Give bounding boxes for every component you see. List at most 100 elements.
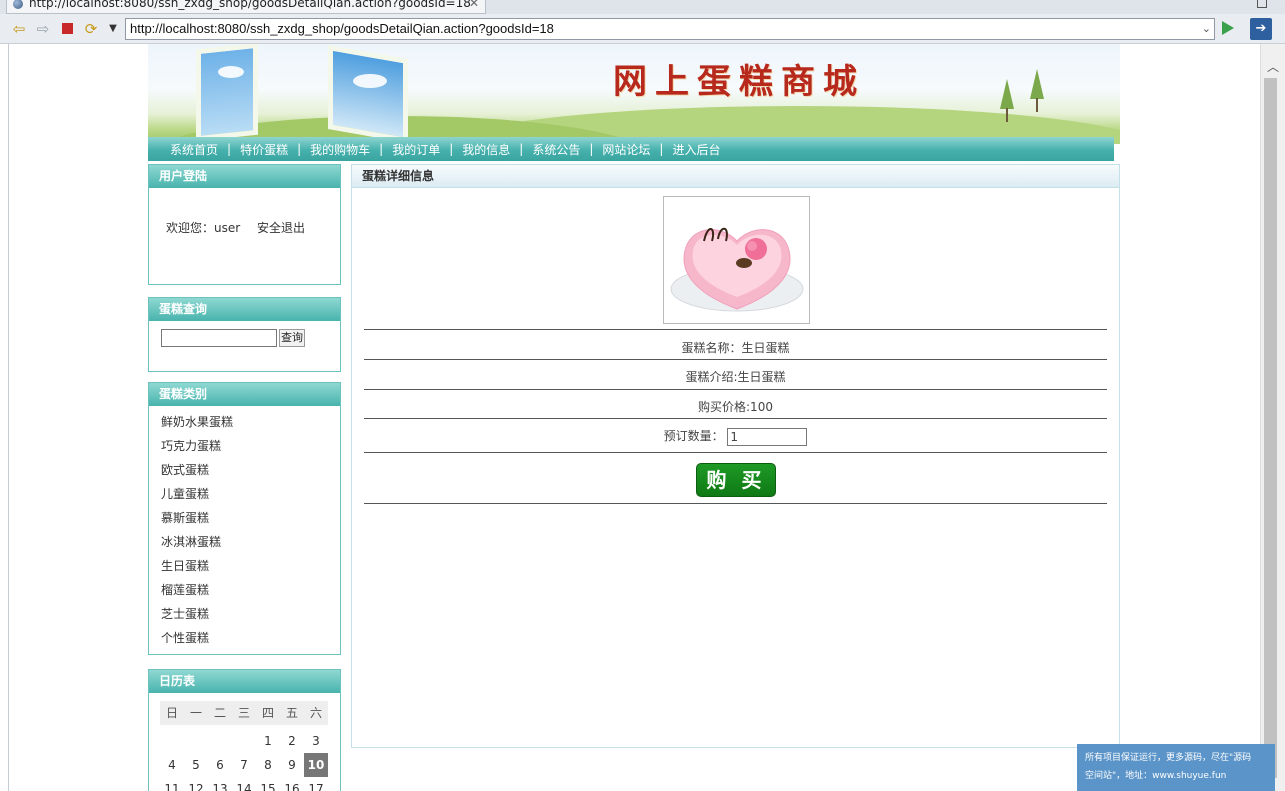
weekday-label: 五 bbox=[280, 701, 304, 725]
calendar-panel: 日历表 日 一 二 三 四 五 六 1 2 3 4 5 6 7 8 9 10 1… bbox=[148, 669, 341, 791]
url-dropdown-icon[interactable]: ⌄ bbox=[1202, 19, 1211, 39]
product-detail-title: 蛋糕详细信息 bbox=[352, 165, 1119, 188]
calendar-day[interactable]: 14 bbox=[232, 777, 256, 791]
calendar-day[interactable]: 15 bbox=[256, 777, 280, 791]
calendar-day[interactable]: 8 bbox=[256, 753, 280, 777]
scroll-up-icon[interactable]: ︿ bbox=[1267, 58, 1279, 75]
category-link[interactable]: 儿童蛋糕 bbox=[161, 482, 340, 506]
notice-line: 空间站"，地址：www.shuyue.fun bbox=[1085, 771, 1227, 781]
nav-separator: | bbox=[449, 142, 454, 156]
quantity-row: 预订数量： 1 bbox=[364, 427, 1107, 446]
tree-graphic bbox=[1000, 79, 1014, 109]
welcome-text: 欢迎您：user bbox=[166, 221, 241, 235]
nav-specials[interactable]: 特价蛋糕 bbox=[240, 141, 288, 158]
calendar-day[interactable]: 6 bbox=[208, 753, 232, 777]
weekday-label: 六 bbox=[304, 701, 328, 725]
restore-window-icon[interactable] bbox=[1257, 0, 1267, 8]
calendar-week-row: 1 2 3 bbox=[160, 729, 329, 753]
category-link[interactable]: 榴莲蛋糕 bbox=[161, 578, 340, 602]
main-nav: 系统首页 | 特价蛋糕 | 我的购物车 | 我的订单 | 我的信息 | 系统公告 | 网站论… bbox=[148, 137, 1114, 161]
cloud-graphic bbox=[353, 74, 387, 88]
search-panel-title: 蛋糕查询 bbox=[149, 298, 340, 321]
scroll-thumb[interactable] bbox=[1264, 78, 1277, 778]
nav-forum[interactable]: 网站论坛 bbox=[602, 141, 650, 158]
nav-separator: | bbox=[379, 142, 384, 156]
nav-my-info[interactable]: 我的信息 bbox=[462, 141, 510, 158]
calendar-day[interactable]: 5 bbox=[184, 753, 208, 777]
nav-admin[interactable]: 进入后台 bbox=[672, 141, 720, 158]
calendar-day[interactable]: 12 bbox=[184, 777, 208, 791]
calendar-panel-title: 日历表 bbox=[149, 670, 340, 693]
calendar-day[interactable]: 16 bbox=[280, 777, 304, 791]
go-icon[interactable] bbox=[1222, 21, 1234, 35]
detail-divider bbox=[364, 503, 1107, 504]
detail-divider bbox=[364, 359, 1107, 360]
calendar-day[interactable]: 9 bbox=[280, 753, 304, 777]
forward-arrow-icon[interactable]: ⇨ bbox=[34, 20, 52, 38]
close-icon[interactable]: ✕ bbox=[469, 0, 479, 12]
search-button[interactable]: 查询 bbox=[279, 329, 305, 347]
site-banner: 网上蛋糕商城 bbox=[148, 44, 1120, 144]
tree-trunk bbox=[1006, 108, 1008, 122]
nav-separator: | bbox=[227, 142, 232, 156]
nav-announcements[interactable]: 系统公告 bbox=[532, 141, 580, 158]
address-bar[interactable]: http://localhost:8080/ssh_zxdg_shop/good… bbox=[125, 18, 1215, 40]
category-link[interactable]: 慕斯蛋糕 bbox=[161, 506, 340, 530]
calendar-day[interactable]: 3 bbox=[304, 729, 328, 753]
back-arrow-icon[interactable]: ⇦ bbox=[10, 20, 28, 38]
nav-cart[interactable]: 我的购物车 bbox=[310, 141, 370, 158]
product-intro: 蛋糕介绍:生日蛋糕 bbox=[685, 370, 786, 384]
chevron-down-icon[interactable]: ▼ bbox=[104, 20, 122, 38]
quantity-label: 预订数量： bbox=[663, 429, 724, 443]
calendar-day bbox=[232, 729, 256, 753]
calendar-day[interactable]: 11 bbox=[160, 777, 184, 791]
tree-trunk bbox=[1036, 98, 1038, 112]
nav-separator: | bbox=[297, 142, 302, 156]
calendar-week-row: 4 5 6 7 8 9 10 bbox=[160, 753, 329, 777]
browser-tab[interactable]: http://localhost:8080/ssh_zxdg_shop/good… bbox=[6, 0, 486, 14]
calendar-grid: 日 一 二 三 四 五 六 1 2 3 4 5 6 7 8 9 10 11 12… bbox=[149, 693, 340, 791]
calendar-today[interactable]: 10 bbox=[304, 753, 328, 777]
calendar-day[interactable]: 7 bbox=[232, 753, 256, 777]
nav-separator: | bbox=[589, 142, 594, 156]
banner-window-graphic bbox=[196, 44, 258, 142]
calendar-day bbox=[184, 729, 208, 753]
login-panel-title: 用户登陆 bbox=[149, 165, 340, 188]
category-link[interactable]: 欧式蛋糕 bbox=[161, 458, 340, 482]
detail-divider bbox=[364, 418, 1107, 419]
calendar-week-row: 11 12 13 14 15 16 17 bbox=[160, 777, 329, 791]
calendar-day[interactable]: 1 bbox=[256, 729, 280, 753]
quantity-input[interactable]: 1 bbox=[727, 427, 808, 446]
weekday-label: 二 bbox=[208, 701, 232, 725]
calendar-day[interactable]: 2 bbox=[280, 729, 304, 753]
category-link[interactable]: 芝士蛋糕 bbox=[161, 602, 340, 626]
logout-link[interactable]: 安全退出 bbox=[257, 219, 305, 236]
detail-divider bbox=[364, 389, 1107, 390]
calendar-day bbox=[208, 729, 232, 753]
product-name: 蛋糕名称：生日蛋糕 bbox=[681, 341, 790, 355]
calendar-day[interactable]: 17 bbox=[304, 777, 328, 791]
tree-graphic bbox=[1030, 69, 1044, 99]
cake-image bbox=[670, 227, 804, 312]
category-link[interactable]: 个性蛋糕 bbox=[161, 626, 340, 650]
refresh-icon[interactable]: ⟳ bbox=[82, 20, 100, 38]
weekday-label: 三 bbox=[232, 701, 256, 725]
external-browser-icon[interactable]: ➔ bbox=[1250, 18, 1272, 40]
vertical-scrollbar[interactable]: ︿ bbox=[1260, 44, 1285, 791]
page-viewport: 网上蛋糕商城 系统首页 | 特价蛋糕 | 我的购物车 | 我的订单 | 我的信息 | 系统… bbox=[8, 44, 1260, 791]
search-input[interactable] bbox=[161, 329, 277, 347]
calendar-day[interactable]: 13 bbox=[208, 777, 232, 791]
stop-icon[interactable] bbox=[58, 20, 76, 38]
product-detail-panel: 蛋糕详细信息 蛋糕名称：生日蛋糕 蛋糕介绍:生日蛋糕 购买价格:100 预订数量… bbox=[351, 164, 1120, 748]
calendar-day[interactable]: 4 bbox=[160, 753, 184, 777]
nav-home[interactable]: 系统首页 bbox=[170, 141, 218, 158]
buy-button[interactable]: 购 买 bbox=[696, 463, 776, 497]
category-link[interactable]: 冰淇淋蛋糕 bbox=[161, 530, 340, 554]
nav-orders[interactable]: 我的订单 bbox=[392, 141, 440, 158]
category-panel: 蛋糕类别 鲜奶水果蛋糕 巧克力蛋糕 欧式蛋糕 儿童蛋糕 慕斯蛋糕 冰淇淋蛋糕 生… bbox=[148, 382, 341, 655]
category-link[interactable]: 生日蛋糕 bbox=[161, 554, 340, 578]
category-link[interactable]: 鲜奶水果蛋糕 bbox=[161, 410, 340, 434]
product-image[interactable] bbox=[663, 196, 810, 324]
category-link[interactable]: 巧克力蛋糕 bbox=[161, 434, 340, 458]
detail-divider bbox=[364, 452, 1107, 453]
